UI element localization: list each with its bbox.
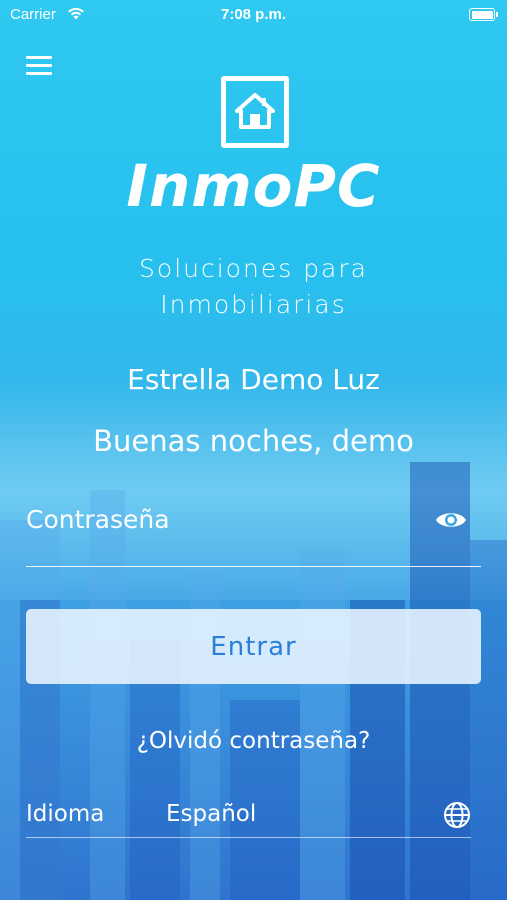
forgot-password-link[interactable]: ¿Olvidó contraseña? <box>0 728 507 754</box>
brand-name: InmoPC <box>126 152 381 220</box>
status-bar: Carrier 7:08 p.m. <box>0 0 507 30</box>
app-logo <box>221 76 289 148</box>
menu-icon[interactable] <box>26 56 52 76</box>
greeting: Buenas noches, demo <box>93 424 414 458</box>
language-label: Idioma <box>26 801 105 827</box>
tagline-line-1: Soluciones para <box>139 254 368 283</box>
password-placeholder: Contraseña <box>26 505 170 534</box>
company-name: Estrella Demo Luz <box>127 363 380 396</box>
password-field[interactable]: Contraseña <box>26 497 481 567</box>
status-time: 7:08 p.m. <box>220 6 287 23</box>
house-icon <box>235 93 275 129</box>
battery-icon <box>469 8 498 21</box>
language-value: Español <box>166 801 257 827</box>
eye-icon[interactable] <box>435 509 467 535</box>
login-button[interactable]: Entrar <box>26 609 481 684</box>
globe-icon <box>443 801 471 833</box>
tagline-line-2: Inmobiliarias <box>160 290 347 319</box>
language-selector[interactable]: Idioma Español <box>26 798 471 838</box>
